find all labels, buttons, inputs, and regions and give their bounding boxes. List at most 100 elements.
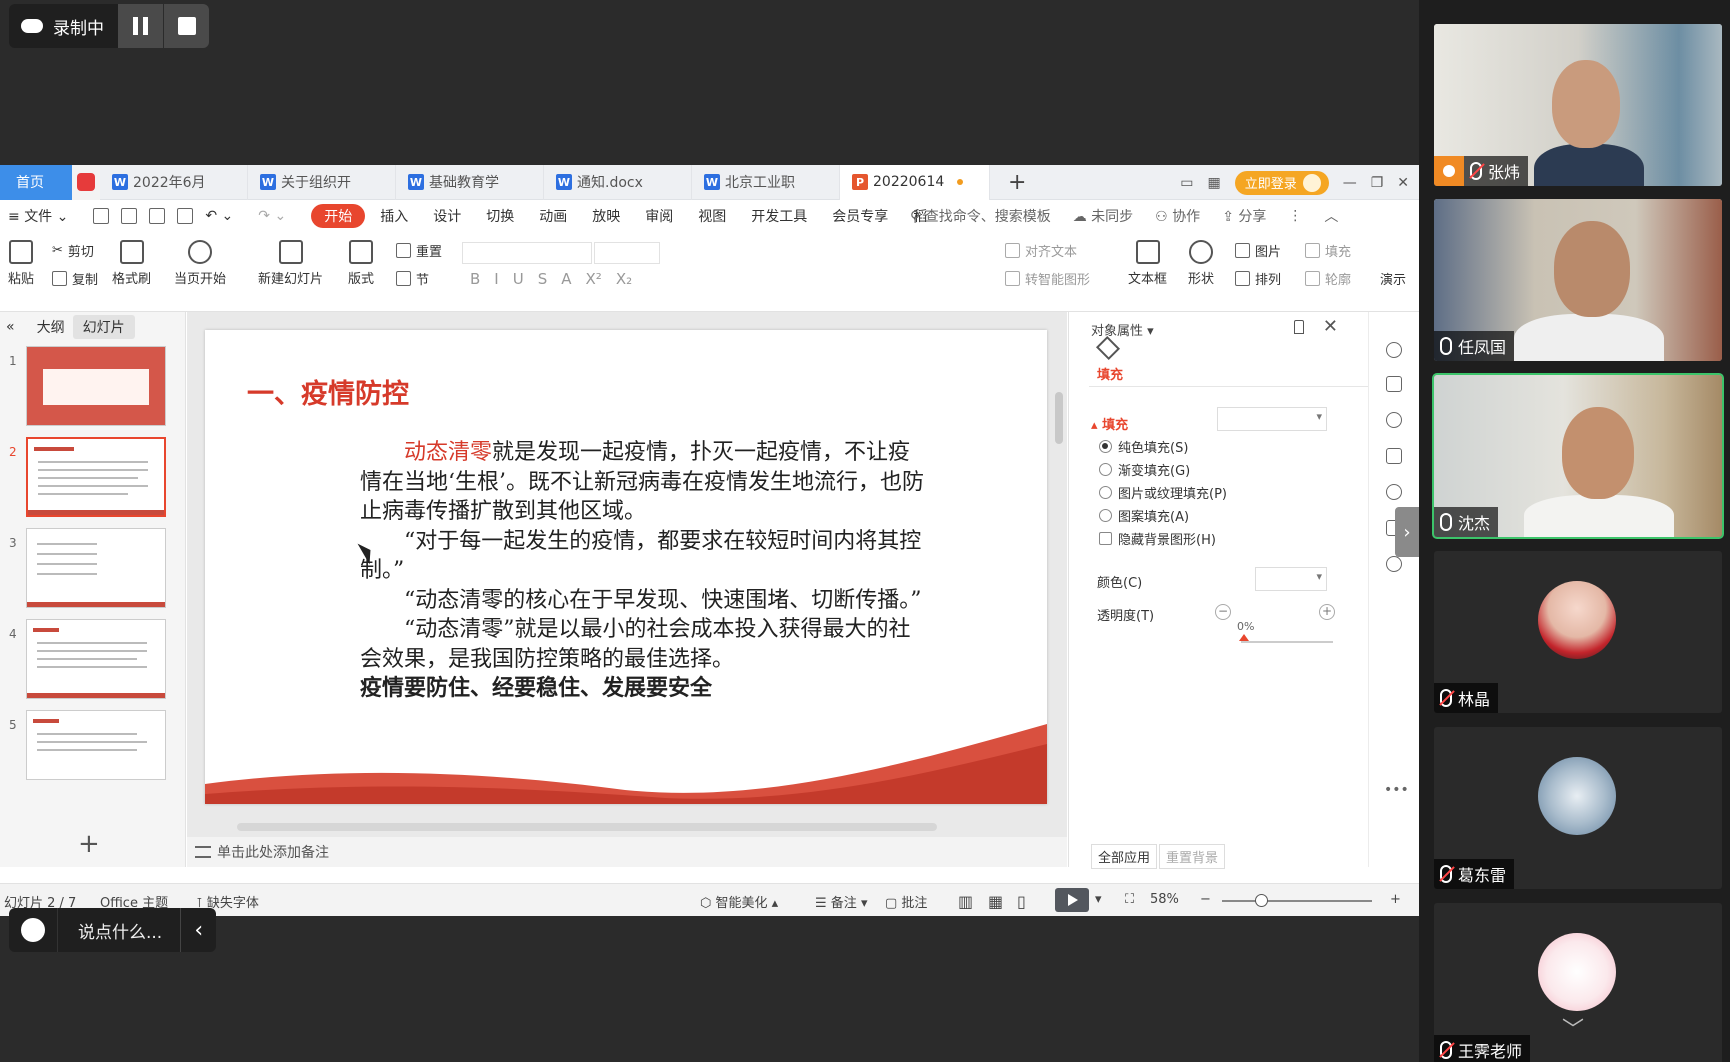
collapse-ribbon-icon[interactable]: ︿ [1324, 206, 1338, 226]
menu-transition[interactable]: 切换 [486, 206, 514, 226]
outline-button[interactable]: 轮廓 [1305, 269, 1351, 288]
section-button[interactable]: 节 [396, 269, 429, 288]
menu-member[interactable]: 会员专享 [832, 206, 888, 226]
share-button[interactable]: ⇪ 分享 [1222, 206, 1266, 226]
normal-view-icon[interactable]: ▥ [958, 892, 973, 911]
slide-body-textbox[interactable]: 动态清零就是发现一起疫情，扑灭一起疫情，不让疫情在当地‘生根’。既不让新冠病毒在… [360, 438, 930, 704]
horizontal-scrollbar[interactable] [237, 823, 937, 831]
stop-recording-button[interactable] [164, 4, 209, 48]
slide-thumbnail[interactable] [26, 528, 166, 608]
slide-thumbnail[interactable] [26, 346, 166, 426]
participant-tile-speaking[interactable]: 沈杰 [1432, 373, 1724, 539]
slide-thumbnail[interactable] [26, 710, 166, 780]
comments-button[interactable]: ▢ 批注 [885, 892, 927, 911]
maximize-icon[interactable]: ❐ [1371, 175, 1384, 191]
reset-background-button[interactable]: 重置背景 [1159, 844, 1226, 869]
apply-all-button[interactable]: 全部应用 [1091, 844, 1158, 869]
shape-button[interactable]: 形状 [1188, 240, 1214, 287]
participant-tile[interactable]: 葛东雷 [1434, 727, 1722, 889]
menu-devtools[interactable]: 开发工具 [751, 206, 807, 226]
decrease-icon[interactable]: − [1215, 604, 1231, 620]
doc-tab[interactable]: W 北京工业职 [692, 165, 840, 200]
pin-icon[interactable] [1294, 320, 1304, 334]
transparency-slider[interactable] [1241, 641, 1333, 643]
search-commands[interactable]: ⚲ 查找命令、搜索模板 [910, 206, 1051, 226]
subscript-icon[interactable]: X₂ [616, 270, 632, 288]
collapse-chat-icon[interactable]: ‹ [180, 908, 216, 952]
fill-button[interactable]: 填充 [1305, 241, 1351, 260]
menu-insert[interactable]: 插入 [380, 206, 408, 226]
rocket-icon[interactable] [1386, 342, 1402, 358]
new-slide-button[interactable]: 新建幻灯片 [258, 240, 323, 287]
doc-tab[interactable]: W 关于组织开 [248, 165, 396, 200]
play-slideshow-button[interactable] [1055, 888, 1089, 912]
collapse-side-panel-icon[interactable]: › [1395, 507, 1419, 557]
undo-icon[interactable]: ↶ ⌄ [205, 208, 233, 224]
collapse-panel-icon[interactable]: « [6, 319, 15, 335]
zoom-level[interactable]: 58% [1150, 892, 1179, 907]
vertical-scrollbar[interactable] [1051, 312, 1067, 842]
slide-thumbnail-selected[interactable] [26, 437, 166, 517]
format-painter-button[interactable]: 格式刷 [112, 240, 151, 287]
slide-thumbnail[interactable] [26, 619, 166, 699]
tab-fill[interactable]: 填充 [1097, 364, 1123, 383]
pause-recording-button[interactable] [118, 4, 163, 48]
copy-button[interactable]: 复制 [52, 269, 98, 288]
menu-animation[interactable]: 动画 [539, 206, 567, 226]
add-slide-icon[interactable]: + [78, 829, 100, 859]
increase-icon[interactable]: + [1319, 604, 1335, 620]
menu-design[interactable]: 设计 [433, 206, 461, 226]
color-picker-dropdown[interactable] [1255, 567, 1327, 591]
sync-status[interactable]: ☁ 未同步 [1073, 206, 1133, 226]
participant-tile[interactable]: 张炜 [1434, 24, 1722, 186]
fill-type-dropdown[interactable] [1217, 407, 1327, 431]
picture-button[interactable]: 图片 [1235, 241, 1281, 260]
slider-handle[interactable] [1239, 634, 1249, 641]
new-tab-icon[interactable]: + [1008, 170, 1026, 195]
tab-slides[interactable]: 幻灯片 [72, 315, 135, 339]
fill-option-gradient[interactable]: 渐变填充(G) [1099, 460, 1190, 479]
sorter-view-icon[interactable]: ▦ [988, 892, 1003, 911]
grid-icon[interactable]: ▦ [1207, 175, 1220, 191]
collab-button[interactable]: ⚇ 协作 [1155, 206, 1200, 226]
bold-icon[interactable]: B [470, 270, 480, 288]
layout-button[interactable]: 版式 [348, 240, 374, 287]
doc-tab[interactable]: W 2022年6月 [100, 165, 248, 200]
reading-view-icon[interactable]: ▯ [1017, 892, 1026, 911]
properties-icon[interactable] [1386, 376, 1402, 392]
panel-header[interactable]: 对象属性 ▾ [1091, 320, 1154, 339]
copy-layout-icon[interactable] [1386, 448, 1402, 464]
current-slide[interactable]: 一、疫情防控 动态清零就是发现一起疫情，扑灭一起疫情，不让疫情在当地‘生根’。既… [205, 330, 1047, 804]
login-button[interactable]: 立即登录 [1234, 170, 1329, 195]
menu-slideshow[interactable]: 放映 [592, 206, 620, 226]
fit-window-icon[interactable]: ⛶ [1125, 892, 1134, 907]
reset-button[interactable]: 重置 [396, 241, 442, 260]
print-icon[interactable] [149, 208, 166, 224]
fill-option-solid[interactable]: 纯色填充(S) [1099, 437, 1188, 456]
menu-start[interactable]: 开始 [311, 204, 366, 228]
close-panel-icon[interactable]: ✕ [1323, 316, 1338, 337]
more-icon[interactable]: ⋮ [1288, 208, 1302, 224]
save-icon[interactable] [93, 208, 110, 224]
tab-home[interactable]: 首页 [0, 165, 72, 200]
font-size-select[interactable] [594, 242, 660, 264]
doc-tab[interactable]: W 基础教育学 [396, 165, 544, 200]
notes-toggle-button[interactable]: ☰ 备注 ▾ [815, 892, 867, 911]
arrange-button[interactable]: 排列 [1235, 269, 1281, 288]
hide-background-checkbox[interactable]: 隐藏背景图形(H) [1099, 529, 1216, 548]
align-text-button[interactable]: 对齐文本 [1005, 241, 1077, 260]
slide-title[interactable]: 一、疫情防控 [247, 372, 409, 411]
zoom-slider[interactable] [1222, 900, 1372, 902]
menu-file[interactable]: ≡ 文件 ⌄ [8, 206, 68, 226]
play-from-current-button[interactable]: 当页开始 [174, 240, 226, 287]
redo-icon[interactable]: ↷ ⌄ [258, 208, 286, 224]
present-button[interactable]: 演示 [1380, 269, 1406, 288]
paste-button[interactable]: 粘贴 [8, 240, 34, 287]
italic-icon[interactable]: I [494, 270, 498, 288]
doc-tab-active[interactable]: P 20220614 [840, 165, 990, 200]
fill-section-header[interactable]: ▴ 填充 [1091, 414, 1128, 433]
participant-tile[interactable]: 林晶 [1434, 551, 1722, 713]
minimize-icon[interactable]: — [1343, 175, 1357, 191]
play-options-icon[interactable]: ▾ [1095, 892, 1102, 907]
strikethrough-icon[interactable]: S [538, 270, 548, 288]
